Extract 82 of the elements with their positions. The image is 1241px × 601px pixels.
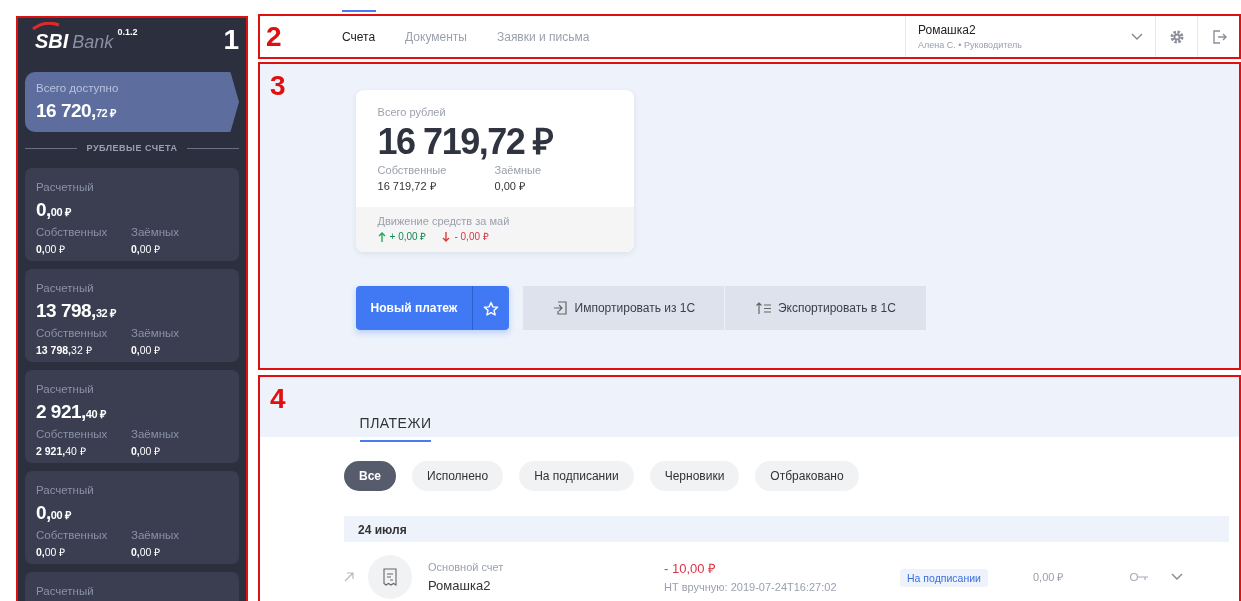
date-header: 24 июля [344,516,1229,542]
new-payment-button[interactable]: Новый платеж [355,286,473,331]
balance-label: Заёмных [131,326,180,342]
balance-value: 0,00 ₽ [131,443,162,459]
account-card[interactable]: Расчетный 13 798,32 ₽ Собственных 13 798,32 ₽ Заёмных 0,00 ₽ [25,268,239,362]
balance-value: 0,00 ₽ [494,179,527,195]
balance-label: Собственных [36,326,109,342]
balance-value: 2 921,40 ₽ [36,443,87,459]
account-name: Расчетный [36,583,95,599]
export-list-icon [755,302,772,315]
section-title: РУБЛЕВЫЕ СЧЕТА [86,142,178,155]
income-value: + 0,00 ₽ [389,230,427,245]
settings-icon[interactable] [1168,28,1185,45]
star-icon [483,301,500,318]
filter-chip[interactable]: Исполнено [412,461,504,491]
section-tab[interactable]: ПЛАТЕЖИ [359,413,432,442]
account-name: Расчетный [36,482,95,498]
fee-value: 0,00 ₽ [1033,569,1065,585]
movement-label: Движение средств за май [377,213,511,229]
arrow-up-icon [377,231,386,242]
total-label: Всего доступно [36,81,120,96]
total-amount: 16 720,72 ₽ [36,99,117,124]
annotation-number: 1 [223,26,239,54]
payment-amount: - 10,00 ₽ [664,560,718,578]
receipt-icon [383,568,397,586]
balance-label: Заёмных [131,427,180,443]
export-button[interactable]: Экспортировать в 1С [725,286,927,331]
account-amount: 0,00 ₽ [36,500,72,525]
version-label: 0.1.2 [117,26,138,39]
import-button[interactable]: Импортировать из 1С [523,286,725,331]
chevron-down-icon [1131,32,1143,41]
balance-label: Собственных [36,225,109,241]
payment-note: НТ вручную: 2019-07-24T16:27:02 [664,579,838,595]
balance-label: Заёмных [131,528,180,544]
logout-icon[interactable] [1210,28,1227,45]
balance-label: Собственные [377,162,448,178]
annotation-number: 3 [270,72,286,103]
annotation-number: 2 [265,22,283,51]
arrow-down-icon [442,231,451,242]
annotation-number: 4 [270,385,286,416]
logo: SBI Bank [35,26,114,56]
user-role: Алена С. • Руководитель [918,38,1022,52]
nav-tab[interactable]: Счета [342,27,376,46]
filter-chip[interactable]: Черновики [649,461,740,491]
outgoing-arrow-icon [344,572,354,582]
balance-value: 0,00 ₽ [131,342,162,358]
balance-value: 0,00 ₽ [131,241,162,257]
account-card[interactable]: Расчетный 2 921,40 ₽ Собственных 2 921,40 ₽ Заёмных 0,00 ₽ [25,369,239,463]
balance-label: Заёмных [131,225,180,241]
filter-chip[interactable]: На подписании [519,461,634,491]
account-amount: 0,00 ₽ [36,197,72,222]
balance-value: 16 719,72 ₽ [377,179,437,195]
account-card[interactable]: Расчетный 0,00 ₽ Собственных 0,00 ₽ Заёмных 0,00 ₽ [25,470,239,564]
balance-label: Собственных [36,528,109,544]
account-name: Расчетный [36,280,95,296]
balance-value: 0,00 ₽ [36,241,67,257]
chevron-down-icon[interactable] [1171,573,1183,581]
account-name: Расчетный [36,381,95,397]
favorite-button[interactable] [472,286,510,331]
account-amount: 2 921,40 ₽ [36,399,107,424]
total-amount: 16 719,72 ₽ [377,120,554,162]
balance-value: 13 798,32 ₽ [36,342,93,358]
account-name: Основной счет [428,560,505,575]
balance-value: 0,00 ₽ [36,544,67,560]
import-icon [552,300,569,317]
filter-chip[interactable]: Все [344,461,396,491]
balance-label: Заёмные [494,162,543,178]
company-name: Ромашка2 [918,21,977,39]
outcome-value: - 0,00 ₽ [454,230,489,245]
company-selector[interactable]: Ромашка2 Алена С. • Руководитель [905,16,1155,57]
account-name: Расчетный [36,179,95,195]
status-badge: На подписании [900,569,988,587]
balance-label: Собственных [36,427,109,443]
total-available-card[interactable]: Всего доступно 16 720,72 ₽ [25,72,239,132]
account-card[interactable]: Расчетный 0,00 ₽ Собственных 0,00 ₽ Заёмных 0,00 ₽ [25,167,239,261]
counterparty-name: Ромашка2 [428,576,492,595]
logo-swoosh-icon [31,22,61,30]
filter-chip[interactable]: Отбраковано [755,461,859,491]
card-title: Всего рублей [377,105,447,120]
key-icon[interactable] [1129,572,1149,582]
balance-value: 0,00 ₽ [131,544,162,560]
account-amount: 13 798,32 ₽ [36,298,117,323]
